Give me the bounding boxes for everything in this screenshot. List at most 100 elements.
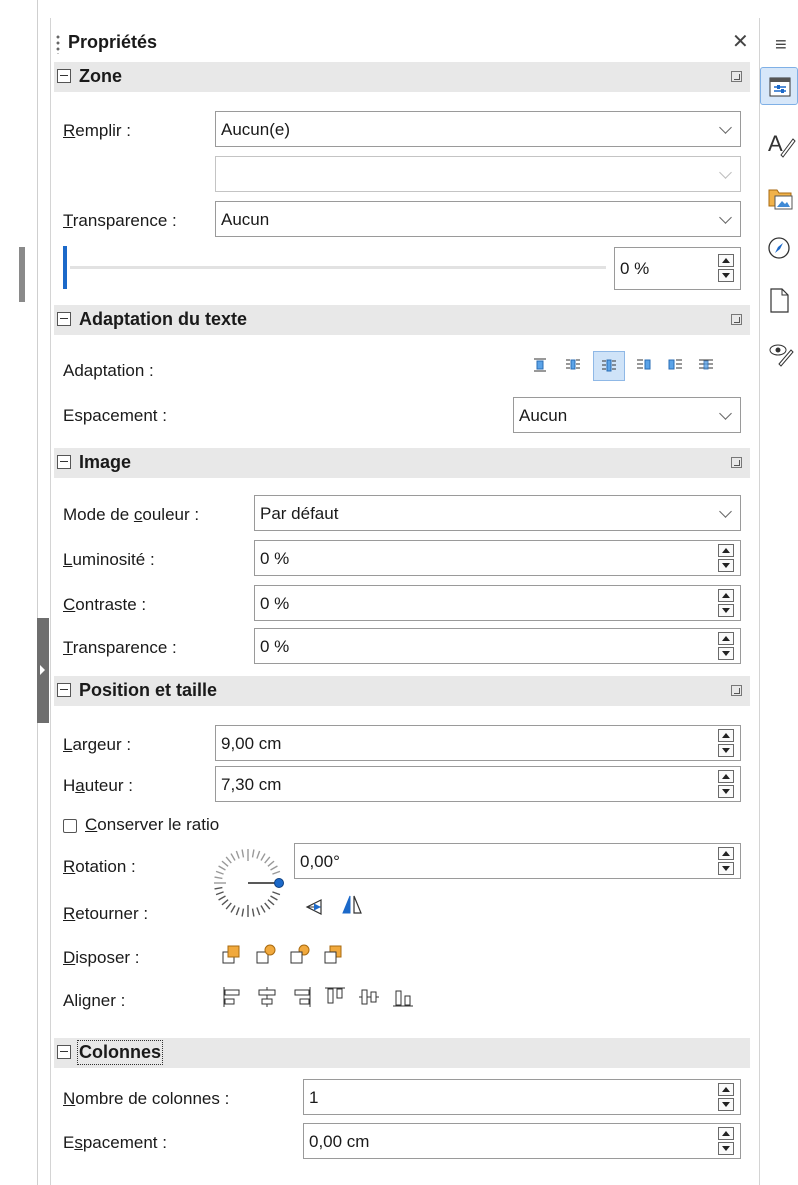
color-mode-label: Mode de couleur :	[63, 505, 200, 524]
keep-ratio-label: Conserver le ratio	[85, 815, 220, 834]
collapse-icon[interactable]	[57, 1045, 71, 1059]
brightness-field[interactable]: 0 %	[254, 540, 741, 576]
dial-tick	[215, 870, 224, 875]
properties-deck-button[interactable]	[760, 67, 798, 105]
dial-tick	[225, 856, 232, 864]
wrap-through-icon[interactable]	[695, 355, 717, 375]
color-mode-dropdown[interactable]: Par défaut	[254, 495, 741, 531]
spin-up-button[interactable]	[718, 1127, 734, 1140]
transparency-slider-track[interactable]	[70, 266, 606, 269]
page-deck-button[interactable]	[760, 282, 798, 320]
spin-up-button[interactable]	[718, 847, 734, 860]
send-backward-icon[interactable]	[289, 943, 313, 967]
section-header-zone[interactable]: Zone	[54, 62, 750, 92]
spin-up-button[interactable]	[718, 729, 734, 742]
close-icon[interactable]: ✕	[732, 29, 749, 54]
column-count-label: Nombre de colonnes :	[63, 1089, 230, 1108]
dial-tick	[218, 895, 226, 901]
section-header-position[interactable]: Position et taille	[54, 676, 750, 706]
collapse-icon[interactable]	[57, 683, 71, 697]
sidebar-menu-icon[interactable]: ≡	[775, 34, 787, 57]
collapse-icon[interactable]	[57, 69, 71, 83]
navigator-deck-button[interactable]	[760, 229, 798, 267]
transparency-percent-field[interactable]: 0 %	[614, 247, 741, 290]
bring-forward-icon[interactable]	[255, 943, 279, 967]
keep-ratio-option[interactable]: Conserver le ratio	[63, 814, 323, 838]
wrap-none-icon[interactable]	[529, 355, 551, 375]
more-options-icon[interactable]	[731, 457, 742, 468]
width-label: Largeur :	[63, 735, 132, 754]
spin-down-button[interactable]	[718, 785, 734, 798]
spin-up-button[interactable]	[718, 1083, 734, 1096]
section-header-image[interactable]: Image	[54, 448, 750, 478]
align-top-icon[interactable]	[323, 985, 347, 1009]
width-value: 9,00 cm	[221, 734, 282, 753]
align-right-icon[interactable]	[289, 985, 313, 1009]
spin-down-button[interactable]	[718, 1142, 734, 1155]
text-spacing-dropdown[interactable]: Aucun	[513, 397, 741, 433]
wrap-before-icon[interactable]	[633, 355, 655, 375]
splitter-grip[interactable]	[19, 247, 25, 302]
rotation-field[interactable]: 0,00°	[294, 843, 741, 879]
spin-down-button[interactable]	[718, 269, 734, 282]
styles-deck-button[interactable]: A	[760, 124, 798, 162]
dial-tick	[235, 850, 240, 859]
wrap-after-icon[interactable]	[664, 355, 686, 375]
image-transparency-field[interactable]: 0 %	[254, 628, 741, 664]
properties-icon	[769, 77, 791, 97]
align-middle-icon[interactable]	[357, 985, 381, 1009]
more-options-icon[interactable]	[731, 314, 742, 325]
collapse-icon[interactable]	[57, 312, 71, 326]
align-left-icon[interactable]	[221, 985, 245, 1009]
spin-down-button[interactable]	[718, 862, 734, 875]
collapse-icon[interactable]	[57, 455, 71, 469]
drag-grip-icon[interactable]	[56, 34, 60, 54]
sidebar-collapse-toggle[interactable]	[37, 618, 49, 723]
more-options-icon[interactable]	[731, 71, 742, 82]
spin-down-button[interactable]	[718, 604, 734, 617]
section-title: Image	[79, 452, 132, 472]
manage-changes-deck-button[interactable]	[760, 335, 798, 373]
manage-changes-icon	[769, 344, 794, 367]
fill-label: Remplir :	[63, 121, 132, 140]
fill-sub-dropdown[interactable]	[215, 156, 741, 192]
wrap-optimal-icon[interactable]	[593, 351, 625, 381]
column-count-field[interactable]: 1	[303, 1079, 741, 1115]
spin-down-button[interactable]	[718, 744, 734, 757]
spin-down-button[interactable]	[718, 647, 734, 660]
spin-down-button[interactable]	[718, 1098, 734, 1111]
flip-vertical-icon[interactable]	[303, 896, 325, 918]
spin-up-button[interactable]	[718, 589, 734, 602]
height-field[interactable]: 7,30 cm	[215, 766, 741, 802]
section-header-text-fit[interactable]: Adaptation du texte	[54, 305, 750, 335]
styles-icon: A	[768, 131, 796, 158]
transparency-dropdown[interactable]: Aucun	[215, 201, 741, 237]
send-to-back-icon[interactable]	[323, 943, 347, 967]
fill-dropdown[interactable]: Aucun(e)	[215, 111, 741, 147]
contrast-field[interactable]: 0 %	[254, 585, 741, 621]
dial-tick	[264, 856, 271, 864]
section-header-columns[interactable]: Colonnes	[54, 1038, 750, 1068]
bring-to-front-icon[interactable]	[221, 943, 245, 967]
keep-ratio-checkbox[interactable]	[63, 819, 77, 833]
brightness-value: 0 %	[260, 549, 290, 568]
spin-up-button[interactable]	[718, 770, 734, 783]
dial-tick	[230, 853, 236, 861]
wrap-parallel-icon[interactable]	[562, 355, 584, 375]
column-spacing-field[interactable]: 0,00 cm	[303, 1123, 741, 1159]
gallery-deck-button[interactable]	[760, 178, 798, 216]
align-bottom-icon[interactable]	[391, 985, 415, 1009]
flip-horizontal-icon[interactable]	[341, 894, 363, 916]
spin-down-button[interactable]	[718, 559, 734, 572]
dial-tick	[241, 849, 245, 858]
spin-up-button[interactable]	[718, 544, 734, 557]
spin-up-button[interactable]	[718, 632, 734, 645]
more-options-icon[interactable]	[731, 685, 742, 696]
spin-up-button[interactable]	[718, 254, 734, 267]
width-field[interactable]: 9,00 cm	[215, 725, 741, 761]
rotation-dial[interactable]	[210, 845, 286, 921]
chevron-down-icon	[719, 121, 732, 134]
contrast-value: 0 %	[260, 594, 290, 613]
transparency-slider-thumb[interactable]	[63, 246, 67, 289]
align-center-icon[interactable]	[255, 985, 279, 1009]
